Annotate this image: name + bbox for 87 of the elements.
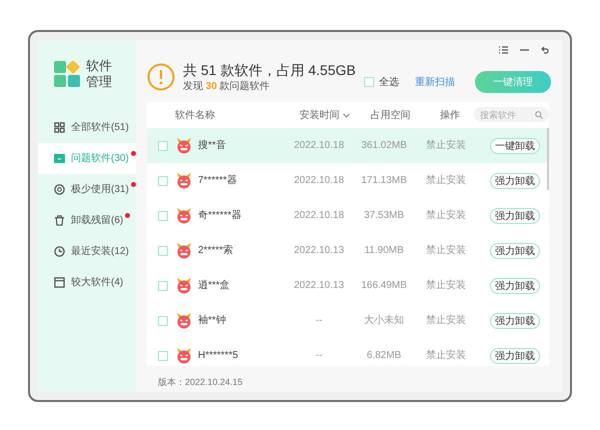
clock-icon: [54, 246, 65, 257]
uninstall-button[interactable]: 一键卸载: [490, 138, 540, 154]
trash-icon: [54, 215, 65, 226]
sidebar-label: 卸载残留(6): [71, 214, 124, 228]
date-cell-text: --: [314, 314, 324, 328]
checkbox[interactable]: [158, 280, 168, 290]
screen-icon: [54, 153, 65, 164]
sidebar-item[interactable]: 极少使用(31): [38, 174, 136, 205]
summary-title: 共 51 款软件，占用 4.55GB: [183, 60, 356, 78]
uninstall-button[interactable]: 强力卸载: [490, 278, 540, 294]
aperture-icon: [54, 184, 65, 195]
size-cell-text: 166.49MB: [360, 279, 408, 293]
uninstall-button[interactable]: 强力卸载: [490, 312, 540, 328]
logo-icon: [54, 61, 80, 87]
devil-icon: [175, 137, 193, 154]
checkbox[interactable]: [158, 176, 168, 186]
date-cell-text: 2022.10.13: [292, 279, 346, 293]
sidebar-label: 极少使用(31): [71, 182, 129, 197]
minimize-icon[interactable]: [520, 49, 529, 51]
status-cell-text: 禁止安装: [426, 174, 467, 188]
app-name-cell-text: 奇******器: [198, 209, 242, 223]
sidebar-label: 全部软件(51): [71, 120, 129, 135]
checkbox[interactable]: [158, 246, 168, 256]
search-field[interactable]: 搜索软件: [474, 107, 549, 122]
status-cell-text: 禁止安装: [426, 244, 467, 258]
sidebar-label: 较大软件(4): [71, 276, 124, 290]
status-cell-text: 禁止安装: [426, 208, 467, 223]
app-name-cell-text: 逍***盒: [198, 278, 231, 293]
app-name-cell-text: 7******器: [198, 174, 238, 188]
devil-icon: [175, 242, 193, 259]
status-cell-text: 禁止安装: [426, 348, 467, 363]
sidebar-item[interactable]: 全部软件(51): [38, 112, 136, 143]
scrollbar: [547, 128, 549, 190]
size-cell-text: 171.13MB: [360, 174, 408, 188]
select-all-label: 全选: [379, 76, 399, 90]
sidebar-label: 问题软件(30): [71, 152, 129, 166]
sidebar-label: 最近安装(12): [71, 244, 129, 259]
app-name-cell-text: H*******5: [198, 349, 240, 363]
checkbox[interactable]: [158, 350, 168, 360]
date-cell-text: 2022.10.18: [292, 174, 346, 188]
checkbox[interactable]: [158, 140, 168, 150]
checkbox[interactable]: [158, 316, 168, 326]
app-name-cell-text: 2*****索: [198, 244, 234, 258]
search-icon: [535, 110, 543, 119]
app-name: 管理: [86, 74, 112, 90]
table-row[interactable]: 搜**音 2022.10.18 361.02MB 禁止安装 一键卸载: [147, 128, 549, 163]
uninstall-button[interactable]: 强力卸载: [490, 208, 540, 224]
sidebar-item[interactable]: 较大软件(4): [38, 267, 136, 298]
back-arrow-icon[interactable]: [541, 46, 549, 54]
date-cell-text: --: [314, 349, 324, 363]
devil-icon: [175, 347, 193, 364]
date-cell-text: 2022.10.18: [292, 209, 346, 223]
devil-icon: [175, 207, 193, 224]
devil-icon: [175, 277, 193, 294]
chevron-down-icon: [342, 112, 350, 118]
date-cell-text: 2022.10.13: [292, 244, 346, 258]
devil-icon: [175, 172, 193, 189]
size-cell-text: 11.90MB: [363, 244, 405, 258]
uninstall-button[interactable]: 强力卸载: [490, 348, 540, 364]
app-name-cell-text: 袖**钟: [198, 314, 227, 328]
uninstall-button[interactable]: 强力卸载: [490, 242, 540, 258]
column-header[interactable]: 安装时间: [300, 108, 364, 122]
date-cell-text: 2022.10.18: [292, 139, 346, 153]
warning-icon: [147, 63, 175, 91]
column-header: 软件名称: [175, 108, 216, 122]
status-cell-text: 禁止安装: [426, 314, 467, 328]
grid-icon: [54, 122, 65, 133]
app-name: 软件: [86, 58, 112, 74]
size-cell-text: 大小未知: [363, 314, 405, 328]
app-name-cell-text: 搜**音: [198, 138, 227, 153]
summary-subtitle: 发现 30 款问题软件: [183, 80, 271, 94]
sidebar-item[interactable]: 卸载残留(6): [38, 205, 136, 236]
version-label: 版本：2022.10.24.15: [158, 376, 244, 389]
size-cell-text: 37.53MB: [362, 209, 406, 223]
status-cell-text: 禁止安装: [426, 278, 467, 293]
checkbox[interactable]: [158, 210, 168, 220]
sidebar-item[interactable]: 最近安装(12): [38, 236, 136, 267]
menu-icon[interactable]: [499, 46, 508, 54]
uninstall-button[interactable]: 强力卸载: [490, 172, 540, 188]
column-header: 操作: [440, 108, 462, 122]
window-icon: [54, 277, 65, 288]
column-header: 占用空间: [370, 108, 412, 122]
size-cell-text: 361.02MB: [360, 139, 408, 153]
size-cell-text: 6.82MB: [366, 349, 402, 363]
status-cell-text: 禁止安装: [426, 138, 467, 153]
checkbox[interactable]: [364, 77, 374, 87]
devil-icon: [175, 312, 193, 329]
